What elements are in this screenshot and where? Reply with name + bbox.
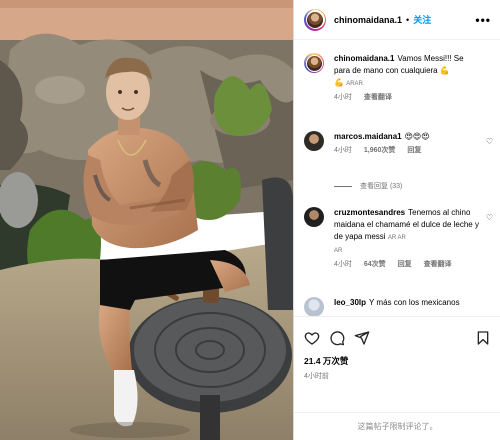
comment-avatar[interactable] xyxy=(304,131,324,151)
comment-lang-tag-2: AR xyxy=(334,248,343,254)
comment-time: 4小时 xyxy=(334,147,352,154)
caption-username[interactable]: chinomaidana.1 xyxy=(334,54,394,63)
comment-likes[interactable]: 64次赞 xyxy=(364,261,386,268)
caption-time: 4小时 xyxy=(334,94,352,101)
caption-translate-link[interactable]: 查看翻译 xyxy=(364,94,392,101)
flexed-biceps-emoji-2: 💪 xyxy=(334,78,344,87)
comment-time: 4小时 xyxy=(334,261,352,268)
post-photo[interactable] xyxy=(0,0,293,440)
comment-translate-link[interactable]: 查看翻译 xyxy=(424,261,452,268)
author-avatar[interactable] xyxy=(304,8,326,31)
like-count[interactable]: 21.4 万次赞 xyxy=(304,355,491,367)
comment-text: Y más con los mexicanos xyxy=(369,298,460,307)
post-side-panel: chinomaidana.1 • 关注 ••• chinomaidana.1 Va… xyxy=(293,0,500,440)
comment-username[interactable]: cruzmontesandres xyxy=(334,208,405,217)
replies-line xyxy=(334,185,352,187)
comment-username[interactable]: leo_30lp xyxy=(334,298,366,307)
post-actions: 21.4 万次赞 4小时前 xyxy=(294,316,500,381)
more-options-icon[interactable]: ••• xyxy=(475,13,491,27)
comment-reply-link[interactable]: 回复 xyxy=(398,261,412,268)
flexed-biceps-emoji: 💪 xyxy=(439,66,450,75)
caption-body: chinomaidana.1 Vamos Messi!!! Se para de … xyxy=(334,53,479,104)
author-username[interactable]: chinomaidana.1 xyxy=(334,15,402,25)
separator-dot: • xyxy=(406,14,410,25)
comment-body: marcos.maidana1 😍😍😍 4小时 1,960次赞 回复 xyxy=(334,131,479,157)
comment-reply-link[interactable]: 回复 xyxy=(407,147,421,154)
instagram-post-view: chinomaidana.1 • 关注 ••• chinomaidana.1 Va… xyxy=(0,0,500,440)
caption-lang-tag: ARAR xyxy=(346,81,363,87)
posted-time: 4小时前 xyxy=(304,373,329,380)
photo-illustration xyxy=(0,0,293,440)
comment-lang-tag: AR AR xyxy=(387,235,406,241)
comments-feed[interactable]: chinomaidana.1 Vamos Messi!!! Se para de … xyxy=(294,41,500,316)
save-bookmark-icon[interactable] xyxy=(475,330,491,346)
comment-body: cruzmontesandres Tenemos al chino maidana… xyxy=(334,207,479,271)
comment-like-heart-icon[interactable]: ♡ xyxy=(486,137,493,146)
share-send-icon[interactable] xyxy=(354,330,370,346)
comment-avatar[interactable] xyxy=(304,207,324,227)
comment-likes[interactable]: 1,960次赞 xyxy=(364,147,396,154)
comments-limited-notice: 这篇帖子限制评论了。 xyxy=(294,412,500,440)
view-replies-toggle[interactable]: 查看回复 (33) xyxy=(334,181,402,191)
view-replies-label[interactable]: 查看回复 (33) xyxy=(360,181,402,191)
comment-username[interactable]: marcos.maidana1 xyxy=(334,132,402,141)
comment-body: leo_30lp Y más con los mexicanos xyxy=(334,297,479,309)
caption-meta: 4小时 查看翻译 xyxy=(334,92,479,104)
comment-text: 😍😍😍 xyxy=(404,132,430,141)
comment-meta: 4小时 64次赞 回复 查看翻译 xyxy=(334,259,479,271)
comment-like-heart-icon[interactable]: ♡ xyxy=(486,213,493,222)
follow-button[interactable]: 关注 xyxy=(413,13,431,26)
post-header: chinomaidana.1 • 关注 ••• xyxy=(294,0,500,40)
comment-avatar[interactable] xyxy=(304,297,324,316)
comment-bubble-icon[interactable] xyxy=(329,330,345,346)
action-icons xyxy=(304,327,491,349)
caption-avatar[interactable] xyxy=(304,53,324,73)
like-heart-icon[interactable] xyxy=(304,330,320,346)
comment-meta: 4小时 1,960次赞 回复 xyxy=(334,145,479,157)
